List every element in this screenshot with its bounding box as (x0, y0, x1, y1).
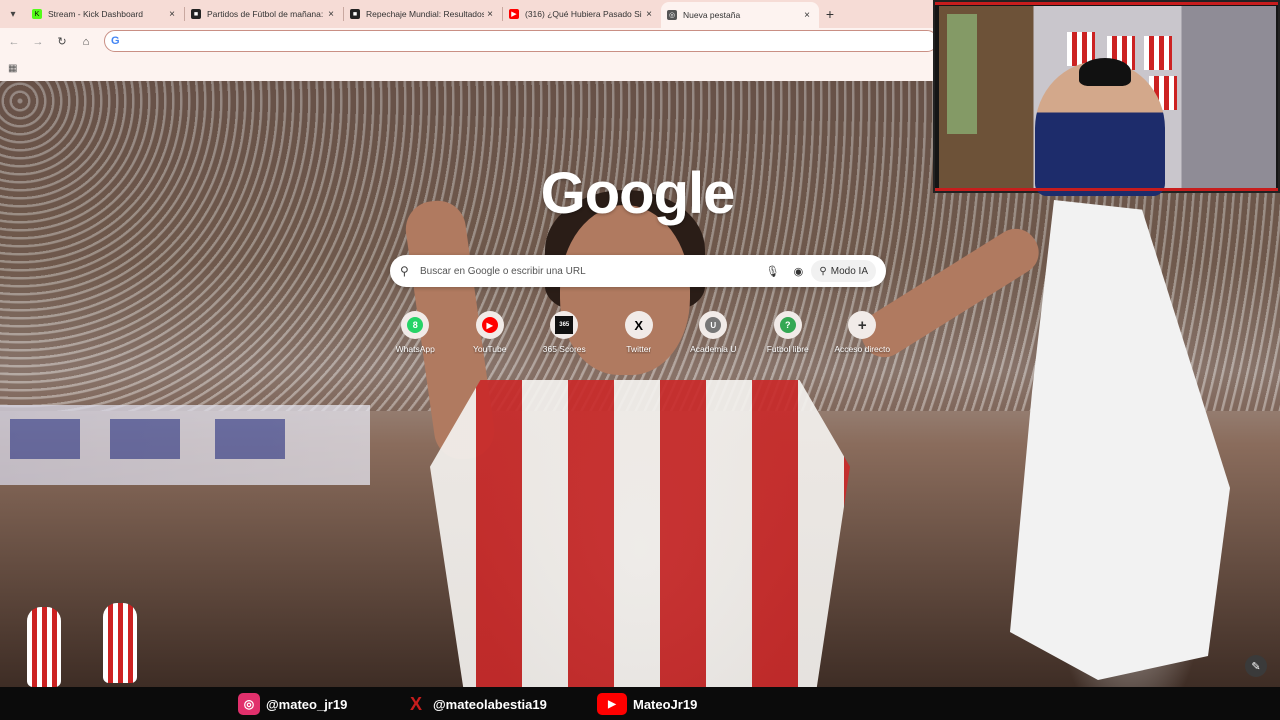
address-bar[interactable]: G (104, 30, 938, 52)
shortcut-twitter[interactable]: X Twitter (602, 311, 677, 354)
shortcut-futbol[interactable]: ? Futbol libre (751, 311, 826, 354)
tab-repechaje[interactable]: ■ Repechaje Mundial: Resultados × (344, 0, 502, 28)
tab-title: Stream - Kick Dashboard (48, 9, 143, 19)
plus-icon: + (848, 311, 877, 339)
search-box[interactable]: ⚲ Buscar en Google o escribir una URL 🎙 … (390, 255, 886, 287)
close-icon[interactable]: × (325, 9, 337, 20)
home-icon[interactable]: ⌂ (74, 30, 98, 54)
shortcut-label: YouTube (473, 344, 507, 354)
webcam-frame-top (935, 2, 1278, 5)
shortcut-label: WhatsApp (395, 344, 435, 354)
social-handle: @mateolabestia19 (433, 696, 547, 712)
shortcut-label: Twitter (626, 344, 652, 354)
shortcut-add[interactable]: + Acceso directo (825, 311, 900, 354)
microphone-icon[interactable]: 🎙 (759, 265, 785, 278)
player-figure (103, 603, 137, 683)
tab-nueva-pestana[interactable]: ◎ Nueva pestaña × (661, 2, 819, 28)
streamer-hair (1079, 58, 1131, 86)
365scores-icon: 365 (550, 311, 579, 339)
social-instagram: ◎ @mateo_jr19 (238, 693, 347, 715)
instagram-icon: ◎ (238, 693, 260, 715)
letter-u-icon: U (699, 311, 728, 339)
search-icon: ⚲ (400, 264, 409, 278)
tab-search-icon[interactable]: ▾ (0, 0, 26, 28)
tab-title: (316) ¿Qué Hubiera Pasado Si C (525, 9, 643, 19)
tab-title: Repechaje Mundial: Resultados (366, 9, 484, 19)
close-icon[interactable]: × (643, 9, 655, 20)
shortcut-youtube[interactable]: ▶ YouTube (453, 311, 528, 354)
tab-strip: ▾ K Stream - Kick Dashboard × ■ Partidos… (0, 0, 934, 28)
x-icon: X (409, 693, 422, 714)
webcam-frame-bottom (935, 188, 1278, 191)
back-icon[interactable]: ← (2, 30, 26, 54)
tab-title: Partidos de Fútbol de mañana: (207, 9, 324, 19)
shortcuts-row: 8 WhatsApp ▶ YouTube 365 365 Scores X Tw… (378, 311, 900, 354)
site-icon: ■ (191, 9, 201, 19)
bookmarks-bar: ▦ (0, 55, 934, 81)
tab-partidos[interactable]: ■ Partidos de Fútbol de mañana: × (185, 0, 343, 28)
webcam-feed (939, 6, 1276, 196)
tab-youtube[interactable]: ▶ (316) ¿Qué Hubiera Pasado Si C × (503, 0, 661, 28)
close-icon[interactable]: × (484, 9, 496, 20)
youtube-icon: ▶ (475, 311, 504, 339)
shortcut-label: Academia U (690, 344, 737, 354)
apps-grid-icon[interactable]: ▦ (8, 63, 17, 74)
social-handle: @mateo_jr19 (266, 696, 348, 712)
ai-mode-button[interactable]: ⚲ Modo IA (811, 260, 876, 282)
youtube-icon: ▶ (597, 693, 627, 715)
whatsapp-icon: 8 (401, 311, 430, 339)
ai-search-icon: ⚲ (819, 265, 827, 277)
google-icon: G (111, 35, 120, 47)
ai-mode-label: Modo IA (830, 265, 868, 277)
social-youtube: ▶ MateoJr19 (597, 693, 697, 715)
screen: ▾ K Stream - Kick Dashboard × ■ Partidos… (0, 0, 1280, 720)
search-input[interactable]: Buscar en Google o escribir una URL (420, 266, 759, 277)
new-tab-button[interactable]: + (819, 6, 841, 22)
close-icon[interactable]: × (166, 9, 178, 20)
social-handle: MateoJr19 (633, 696, 698, 712)
socials-bar: ◎ @mateo_jr19 X @mateolabestia19 ▶ Mateo… (0, 687, 1280, 720)
stadium-banner (0, 405, 370, 485)
youtube-icon: ▶ (509, 9, 519, 19)
x-icon: X (624, 311, 653, 339)
shortcut-whatsapp[interactable]: 8 WhatsApp (378, 311, 453, 354)
door-poster (947, 14, 977, 134)
player-jersey (430, 380, 850, 690)
kick-icon: K (32, 9, 42, 19)
shortcut-label: Acceso directo (834, 344, 891, 354)
player-figure (27, 607, 61, 687)
forward-icon[interactable]: → (26, 30, 50, 54)
reload-icon[interactable]: ↻ (50, 30, 74, 54)
shortcut-365scores[interactable]: 365 365 Scores (527, 311, 602, 354)
social-x: X @mateolabestia19 (405, 693, 547, 715)
tab-kick[interactable]: K Stream - Kick Dashboard × (26, 0, 184, 28)
tab-title: Nueva pestaña (683, 10, 741, 20)
shortcut-academia[interactable]: U Academia U (676, 311, 751, 354)
lens-icon[interactable]: ◉ (785, 265, 811, 278)
shortcut-label: Futbol libre (766, 344, 809, 354)
site-icon: ■ (350, 9, 360, 19)
question-icon: ? (773, 311, 802, 339)
chrome-icon: ◎ (667, 10, 677, 20)
browser-toolbar: ← → ↻ ⌂ G (0, 28, 938, 55)
wall-jersey (1144, 36, 1172, 70)
webcam-overlay (933, 0, 1280, 196)
close-icon[interactable]: × (801, 10, 813, 21)
customize-pencil-icon[interactable]: ✎ (1245, 655, 1267, 677)
shortcut-label: 365 Scores (542, 344, 586, 354)
